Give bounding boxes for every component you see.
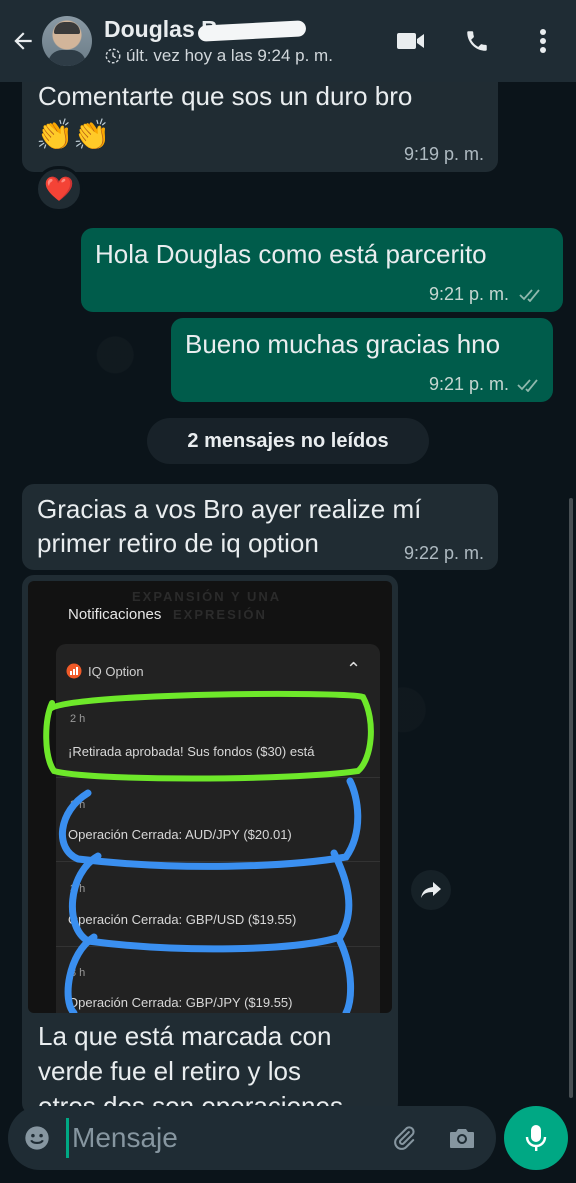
camera-icon	[450, 1129, 474, 1148]
highlight-annotations	[43, 690, 374, 1013]
attach-button[interactable]	[384, 1118, 424, 1158]
last-seen-status: últ. vez hoy a las 9:24 p. m.	[126, 46, 333, 65]
microphone-icon	[525, 1125, 547, 1151]
message-time: 9:19 p. m.	[403, 144, 484, 164]
reaction-badge[interactable]: ❤️	[35, 166, 83, 212]
emoji-button[interactable]	[8, 1106, 66, 1170]
chat-header: Douglas Barrera últ. vez hoy a las 9:24 …	[0, 0, 576, 82]
more-options-button[interactable]	[510, 0, 576, 82]
contact-avatar[interactable]	[42, 16, 92, 66]
message-bubble-outgoing[interactable]: Hola Douglas como está parcerito 9:21 p.…	[81, 228, 563, 312]
back-arrow-icon	[14, 32, 32, 50]
paperclip-icon	[394, 1126, 415, 1150]
back-button[interactable]	[8, 26, 38, 56]
video-call-icon	[397, 33, 424, 49]
heart-icon: ❤️	[44, 175, 74, 203]
message-time: 9:22 p. m.	[403, 543, 484, 563]
unread-messages-banner: 2 mensajes no leídos	[147, 418, 429, 464]
image-message-bubble[interactable]: EXPANSIÓN Y UNA EXPRESIÓN Notificaciones…	[22, 575, 398, 1115]
voice-message-button[interactable]	[504, 1106, 568, 1170]
timer-icon	[105, 48, 121, 64]
message-bubble-outgoing[interactable]: Bueno muchas gracias hno 9:21 p. m.	[171, 318, 553, 402]
forward-icon	[421, 882, 441, 898]
more-options-icon	[540, 29, 546, 53]
camera-button[interactable]	[442, 1118, 482, 1158]
scrollbar[interactable]	[569, 498, 573, 1098]
message-bubble-incoming[interactable]: Gracias a vos Bro ayer realize mí primer…	[22, 484, 498, 570]
read-receipt-icon	[517, 379, 538, 392]
message-text: Hola Douglas como está parcerito	[95, 239, 487, 269]
phone-icon	[467, 31, 487, 51]
message-text: Comentarte que sos un duro bro	[38, 81, 413, 111]
green-highlight-mark	[43, 690, 374, 782]
message-time: 9:21 p. m.	[428, 374, 509, 394]
message-text-line: primer retiro de iq option	[37, 528, 319, 558]
contact-info[interactable]: Douglas Barrera últ. vez hoy a las 9:24 …	[104, 16, 384, 66]
blue-highlight-mark	[59, 777, 362, 870]
message-time: 9:21 p. m.	[428, 284, 509, 304]
forward-button[interactable]	[411, 870, 451, 910]
message-text-line: Gracias a vos Bro ayer realize mí	[37, 494, 422, 524]
message-input-bar	[8, 1106, 496, 1170]
emoji-icon	[25, 1126, 49, 1150]
attached-screenshot[interactable]: EXPANSIÓN Y UNA EXPRESIÓN Notificaciones…	[28, 581, 392, 1013]
message-text: Bueno muchas gracias hno	[185, 329, 501, 359]
clap-emojis: 👏👏	[36, 119, 111, 152]
message-input[interactable]	[66, 1118, 366, 1158]
voice-call-button[interactable]	[444, 0, 510, 82]
video-call-button[interactable]	[378, 0, 444, 82]
image-caption: La que está marcada con verde fue el ret…	[38, 1021, 343, 1115]
read-receipt-icon	[519, 289, 540, 302]
